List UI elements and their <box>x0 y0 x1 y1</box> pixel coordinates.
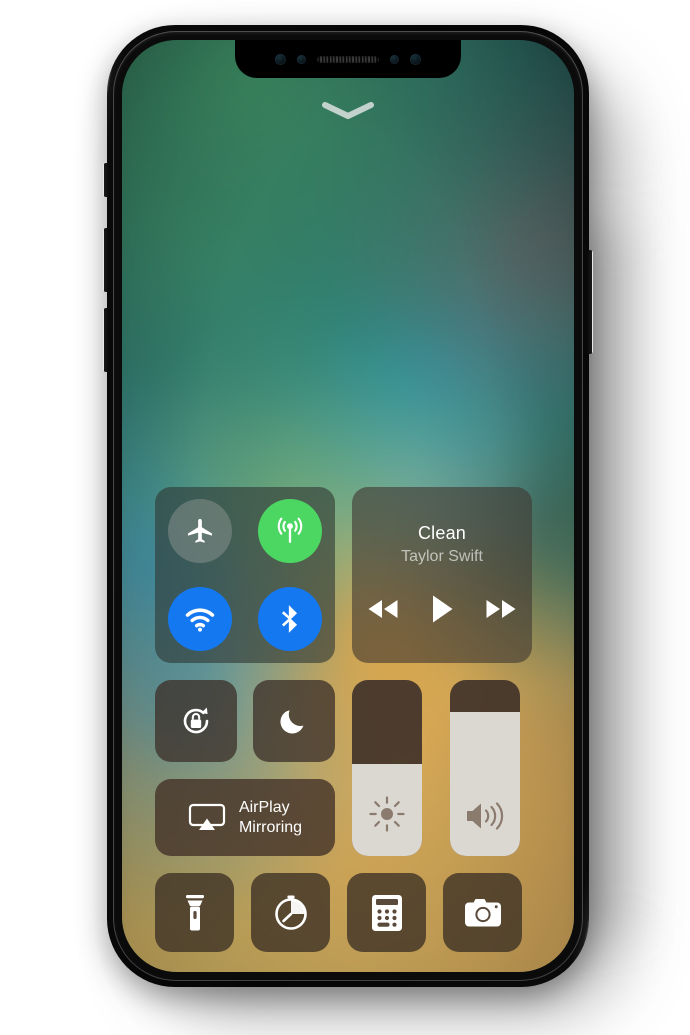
earpiece-speaker-grill <box>317 55 379 63</box>
power-button[interactable] <box>586 250 593 354</box>
timer-button[interactable] <box>251 873 330 952</box>
cellular-antenna-icon <box>277 517 303 544</box>
rotation-lock-icon <box>183 707 209 734</box>
quick-toggle-row <box>155 680 335 762</box>
sliders-group <box>352 680 520 856</box>
wifi-toggle[interactable] <box>168 587 232 651</box>
brightness-slider[interactable] <box>352 680 422 856</box>
fast-forward-button[interactable] <box>484 598 518 620</box>
cellular-data-toggle[interactable] <box>258 499 322 563</box>
screenshot-stage: Clean Taylor Swift AirPlay Mirroring <box>0 0 690 1035</box>
rewind-button[interactable] <box>366 598 400 620</box>
airplane-mode-toggle[interactable] <box>168 499 232 563</box>
flashlight-icon <box>185 894 204 930</box>
airplay-icon <box>188 803 226 830</box>
airplay-mirroring-button[interactable]: AirPlay Mirroring <box>155 779 335 856</box>
control-center: Clean Taylor Swift AirPlay Mirroring <box>122 487 574 952</box>
control-center-row-1: Clean Taylor Swift <box>155 487 541 663</box>
airplay-label-line2: Mirroring <box>238 818 303 836</box>
flashlight-button[interactable] <box>155 873 234 952</box>
camera-button[interactable] <box>443 873 522 952</box>
device-notch <box>235 40 461 78</box>
fast-forward-icon <box>486 600 516 618</box>
volume-icon <box>467 802 504 830</box>
bluetooth-icon <box>281 605 298 633</box>
do-not-disturb-button[interactable] <box>253 680 335 762</box>
calculator-button[interactable] <box>347 873 426 952</box>
left-control-stack: AirPlay Mirroring <box>155 680 335 856</box>
volume-slider-fill <box>450 711 520 856</box>
media-player-card: Clean Taylor Swift <box>352 487 532 663</box>
wifi-icon <box>185 608 215 632</box>
timer-icon <box>274 895 307 930</box>
rotation-lock-button[interactable] <box>155 680 237 762</box>
brightness-slider-icon-wrap <box>367 794 407 834</box>
calculator-icon <box>371 894 402 931</box>
moon-icon <box>280 710 304 734</box>
airplay-label: AirPlay Mirroring <box>239 798 302 838</box>
infrared-camera-icon <box>275 53 286 65</box>
front-camera-icon <box>410 53 421 65</box>
connectivity-card <box>155 487 335 663</box>
chevron-down-icon <box>322 102 374 119</box>
bluetooth-toggle[interactable] <box>258 587 322 651</box>
dismiss-handle[interactable] <box>322 102 374 120</box>
rewind-icon <box>368 600 398 618</box>
airplay-label-line1: AirPlay <box>238 798 290 816</box>
brightness-sun-icon <box>369 796 405 832</box>
media-artist: Taylor Swift <box>401 548 483 565</box>
play-icon <box>433 595 453 623</box>
volume-up-button[interactable] <box>103 228 110 292</box>
control-center-row-2: AirPlay Mirroring <box>155 680 541 856</box>
phone-screen: Clean Taylor Swift AirPlay Mirroring <box>122 40 574 972</box>
volume-down-button[interactable] <box>103 308 110 372</box>
proximity-sensor-icon <box>390 54 399 64</box>
mute-switch[interactable] <box>103 163 110 197</box>
play-button[interactable] <box>430 594 454 624</box>
airplane-icon <box>188 518 212 543</box>
media-controls <box>366 594 518 624</box>
flood-illuminator-icon <box>297 54 306 64</box>
volume-slider-icon-wrap <box>463 798 507 834</box>
media-title: Clean <box>417 523 467 543</box>
control-center-row-3 <box>155 873 541 952</box>
volume-slider[interactable] <box>450 680 520 856</box>
camera-icon <box>464 898 501 926</box>
